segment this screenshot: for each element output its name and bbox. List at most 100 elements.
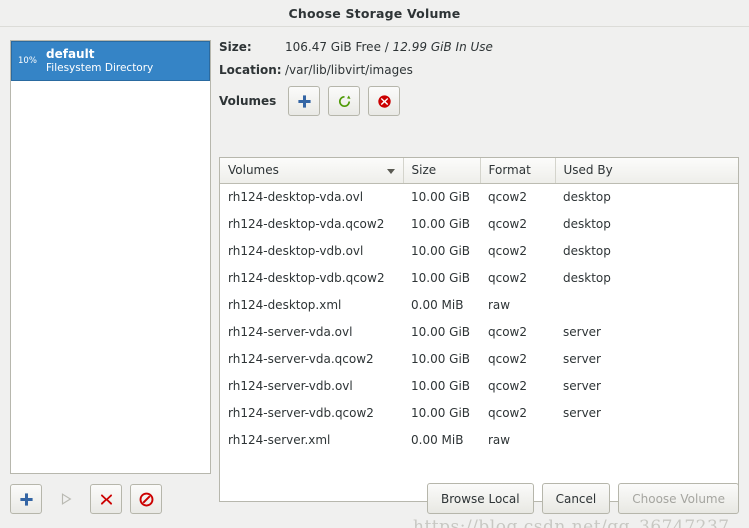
volumes-toolbar: Volumes xyxy=(219,86,739,116)
table-header-row: Volumes Size Format Used By xyxy=(220,158,738,184)
table-row[interactable]: rh124-server-vda.qcow2 10.00 GiB qcow2 s… xyxy=(220,345,738,372)
table-row[interactable]: rh124-desktop-vda.ovl 10.00 GiB qcow2 de… xyxy=(220,183,738,210)
cell-used-by: server xyxy=(563,378,601,393)
cell-size: 0.00 MiB xyxy=(411,432,464,447)
cell-volume-name: rh124-server.xml xyxy=(228,432,331,447)
table-row[interactable]: rh124-server-vda.ovl 10.00 GiB qcow2 ser… xyxy=(220,318,738,345)
new-volume-button[interactable] xyxy=(288,86,321,116)
list-item[interactable]: 10% default Filesystem Directory xyxy=(11,41,210,81)
dialog-window: Choose Storage Volume 10% default Filesy… xyxy=(0,0,749,528)
cell-size: 10.00 GiB xyxy=(411,243,471,258)
location-row: Location: /var/lib/libvirt/images xyxy=(219,63,739,77)
table-row[interactable]: rh124-server.xml 0.00 MiB raw xyxy=(220,426,738,453)
cell-volume-name: rh124-desktop-vda.ovl xyxy=(228,189,364,204)
watermark: https://blog.csdn.net/qq_36747237 xyxy=(413,517,730,528)
cell-format: qcow2 xyxy=(488,351,528,366)
volumes-label: Volumes xyxy=(219,94,277,108)
column-header-size[interactable]: Size xyxy=(403,158,481,184)
size-separator: / xyxy=(384,40,389,54)
table-row[interactable]: rh124-desktop-vda.qcow2 10.00 GiB qcow2 … xyxy=(220,210,738,237)
cell-size: 10.00 GiB xyxy=(411,405,471,420)
red-x-icon xyxy=(100,493,112,505)
cell-size: 10.00 GiB xyxy=(411,351,471,366)
cell-format: qcow2 xyxy=(488,189,528,204)
title-bar: Choose Storage Volume xyxy=(0,0,749,27)
sort-descending-icon xyxy=(386,169,395,174)
cell-size: 0.00 MiB xyxy=(411,297,464,312)
cell-size: 10.00 GiB xyxy=(411,189,471,204)
pool-usage-meter: 10% xyxy=(18,56,37,66)
cell-format: qcow2 xyxy=(488,216,528,231)
volumes-table[interactable]: Volumes Size Format Used By rh124-deskto… xyxy=(219,157,739,502)
size-value: 106.47 GiB Free / 12.99 GiB In Use xyxy=(285,40,493,54)
play-icon xyxy=(61,493,72,505)
cell-volume-name: rh124-desktop.xml xyxy=(228,297,342,312)
cell-size: 10.00 GiB xyxy=(411,270,471,285)
location-label: Location: xyxy=(219,63,282,77)
dialog-action-bar: Browse Local Cancel Choose Volume xyxy=(426,483,739,514)
cell-volume-name: rh124-server-vda.qcow2 xyxy=(228,351,374,366)
cell-size: 10.00 GiB xyxy=(411,216,471,231)
cell-volume-name: rh124-server-vdb.ovl xyxy=(228,378,353,393)
red-x-circle-icon xyxy=(378,94,391,108)
window-title: Choose Storage Volume xyxy=(288,5,461,21)
choose-volume-button[interactable]: Choose Volume xyxy=(618,483,739,514)
cell-format: qcow2 xyxy=(488,378,528,393)
cell-used-by: desktop xyxy=(563,216,611,231)
plus-icon xyxy=(19,492,33,506)
column-header-used-by[interactable]: Used By xyxy=(555,158,738,184)
dialog-body: 10% default Filesystem Directory Size: 1… xyxy=(0,28,749,528)
cell-format: qcow2 xyxy=(488,324,528,339)
table-body: rh124-desktop-vda.ovl 10.00 GiB qcow2 de… xyxy=(220,183,738,453)
table-row[interactable]: rh124-desktop-vdb.qcow2 10.00 GiB qcow2 … xyxy=(220,264,738,291)
cell-format: raw xyxy=(488,432,511,447)
cell-used-by: server xyxy=(563,405,601,420)
cell-volume-name: rh124-server-vda.ovl xyxy=(228,324,353,339)
cell-format: raw xyxy=(488,297,511,312)
table-row[interactable]: rh124-server-vdb.ovl 10.00 GiB qcow2 ser… xyxy=(220,372,738,399)
cell-used-by: desktop xyxy=(563,243,611,258)
cell-used-by xyxy=(555,291,738,318)
size-free: 106.47 GiB Free xyxy=(285,40,381,54)
cell-volume-name: rh124-desktop-vda.qcow2 xyxy=(228,216,385,231)
column-header-volumes[interactable]: Volumes xyxy=(220,158,404,184)
size-in-use-suffix: In Use xyxy=(455,40,493,54)
cell-used-by xyxy=(555,426,738,453)
size-label: Size: xyxy=(219,40,252,54)
table-row[interactable]: rh124-server-vdb.qcow2 10.00 GiB qcow2 s… xyxy=(220,399,738,426)
stop-pool-button[interactable] xyxy=(130,484,162,514)
cell-size: 10.00 GiB xyxy=(411,378,471,393)
cell-used-by: server xyxy=(563,351,601,366)
delete-volume-button[interactable] xyxy=(368,86,401,116)
refresh-volumes-button[interactable] xyxy=(328,86,361,116)
cell-volume-name: rh124-server-vdb.qcow2 xyxy=(228,405,374,420)
pool-name: default xyxy=(46,46,95,61)
refresh-icon xyxy=(338,95,351,107)
cell-used-by: desktop xyxy=(563,189,611,204)
size-row: Size: 106.47 GiB Free / 12.99 GiB In Use xyxy=(219,40,739,54)
table-row[interactable]: rh124-desktop.xml 0.00 MiB raw xyxy=(220,291,738,318)
cell-format: qcow2 xyxy=(488,243,528,258)
location-value: /var/lib/libvirt/images xyxy=(285,63,413,77)
pool-toolbar xyxy=(10,484,162,514)
cell-volume-name: rh124-desktop-vdb.ovl xyxy=(228,243,364,258)
size-in-use: 12.99 GiB xyxy=(392,40,452,54)
cell-used-by: server xyxy=(563,324,601,339)
add-pool-button[interactable] xyxy=(10,484,42,514)
column-label: Volumes xyxy=(228,163,279,178)
storage-pool-list[interactable]: 10% default Filesystem Directory xyxy=(10,40,211,474)
cancel-button[interactable]: Cancel xyxy=(541,483,611,514)
delete-pool-button[interactable] xyxy=(90,484,122,514)
cell-size: 10.00 GiB xyxy=(411,324,471,339)
cell-format: qcow2 xyxy=(488,405,528,420)
start-pool-button[interactable] xyxy=(50,484,82,514)
cell-volume-name: rh124-desktop-vdb.qcow2 xyxy=(228,270,385,285)
column-header-format[interactable]: Format xyxy=(480,158,556,184)
pool-text: default Filesystem Directory xyxy=(46,47,153,75)
stop-circle-icon xyxy=(139,492,153,506)
browse-local-button[interactable]: Browse Local xyxy=(426,483,534,514)
cell-format: qcow2 xyxy=(488,270,528,285)
cell-used-by: desktop xyxy=(563,270,611,285)
plus-icon xyxy=(298,94,311,108)
table-row[interactable]: rh124-desktop-vdb.ovl 10.00 GiB qcow2 de… xyxy=(220,237,738,264)
